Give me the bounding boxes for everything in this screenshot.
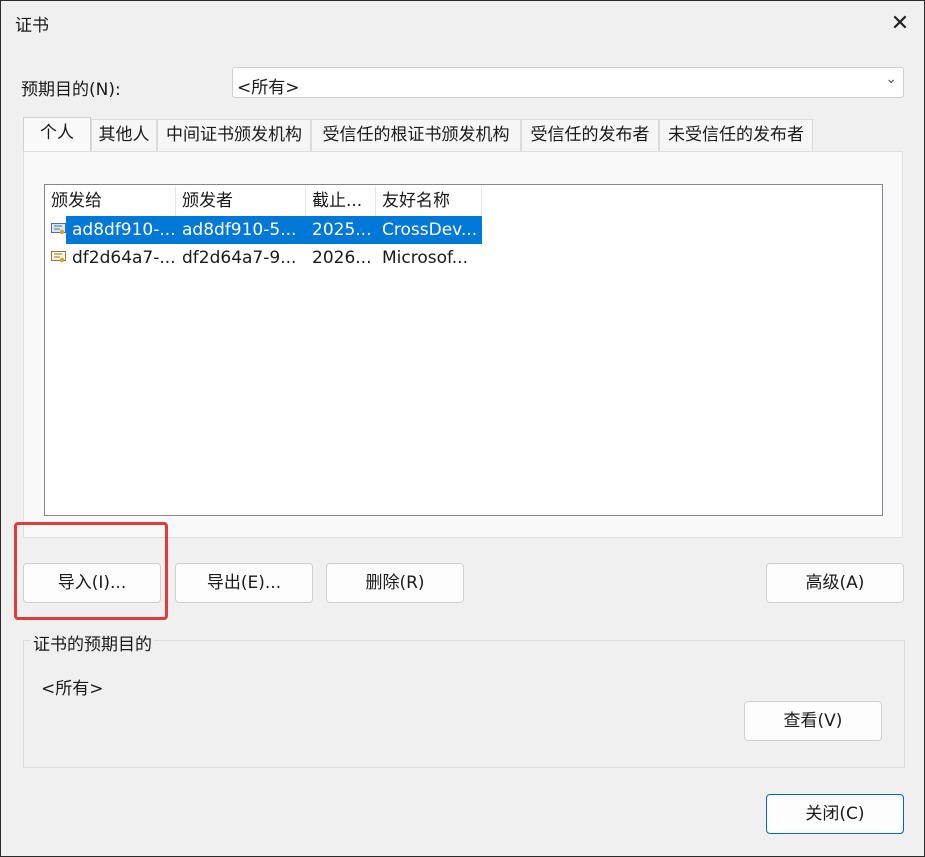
intended-purpose-value: <所有> bbox=[237, 78, 300, 98]
tab-untrusted-publishers[interactable]: 未受信任的发布者 bbox=[659, 119, 813, 151]
close-icon[interactable]: ✕ bbox=[877, 3, 923, 43]
certificate-icon bbox=[51, 251, 66, 263]
tab-trusted-publishers[interactable]: 受信任的发布者 bbox=[521, 119, 659, 151]
table-row[interactable]: df2d64a7-... df2d64a7-9... 2026... Micro… bbox=[46, 244, 526, 272]
advanced-button[interactable]: 高级(A) bbox=[766, 563, 904, 603]
column-header-expiry[interactable]: 截止... bbox=[306, 186, 376, 216]
title-bar: 证书 ✕ bbox=[1, 1, 924, 45]
certificate-purposes-label: 证书的预期目的 bbox=[31, 630, 154, 655]
certificate-purposes-value: <所有> bbox=[41, 679, 104, 699]
export-button[interactable]: 导出(E)... bbox=[175, 563, 313, 603]
tab-trusted-root-ca[interactable]: 受信任的根证书颁发机构 bbox=[311, 119, 521, 151]
certificate-list[interactable]: 颁发给 颁发者 截止... 友好名称 ad8df910-... ad8df910… bbox=[44, 184, 883, 516]
cell-issuer: df2d64a7-9... bbox=[182, 248, 297, 268]
view-button[interactable]: 查看(V) bbox=[744, 701, 882, 741]
close-button[interactable]: 关闭(C) bbox=[766, 794, 904, 834]
cell-issuer: ad8df910-5... bbox=[176, 216, 306, 244]
cell-expiry: 2025... bbox=[306, 216, 376, 244]
table-row[interactable]: ad8df910-... ad8df910-5... 2025... Cross… bbox=[46, 216, 526, 244]
tab-other-people[interactable]: 其他人 bbox=[91, 119, 157, 151]
cell-expiry: 2026... bbox=[312, 248, 372, 268]
chevron-down-icon: ⌄ bbox=[885, 71, 897, 87]
column-header-issued-to[interactable]: 颁发给 bbox=[45, 186, 176, 216]
tab-intermediate-ca[interactable]: 中间证书颁发机构 bbox=[157, 119, 311, 151]
column-header-friendly-name[interactable]: 友好名称 bbox=[376, 186, 482, 216]
cell-issued-to: df2d64a7-... bbox=[72, 248, 176, 268]
remove-button[interactable]: 删除(R) bbox=[326, 563, 464, 603]
certificates-dialog: 证书 ✕ 预期目的(N): <所有> ⌄ 个人 其他人 中间证书颁发机构 受信任… bbox=[0, 0, 925, 857]
intended-purpose-combobox[interactable]: <所有> ⌄ bbox=[232, 67, 904, 98]
intended-purpose-label: 预期目的(N): bbox=[21, 80, 121, 100]
import-highlight-box bbox=[14, 522, 168, 620]
window-title: 证书 bbox=[15, 16, 49, 36]
cell-friendly-name: Microsof... bbox=[382, 248, 468, 268]
cell-friendly-name: CrossDev... bbox=[376, 216, 482, 244]
tab-personal[interactable]: 个人 bbox=[23, 117, 91, 152]
cell-issued-to: ad8df910-... bbox=[66, 216, 176, 244]
certificate-icon bbox=[51, 223, 66, 235]
column-header-issuer[interactable]: 颁发者 bbox=[176, 186, 306, 216]
